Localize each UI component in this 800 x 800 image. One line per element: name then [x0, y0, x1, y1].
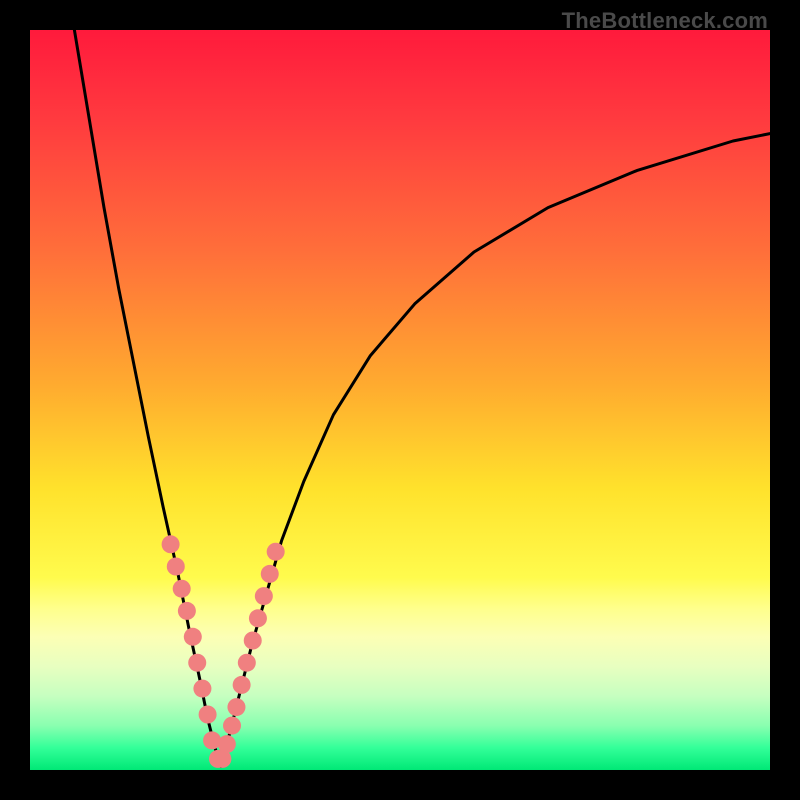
marker-dot [261, 565, 279, 583]
marker-dot [267, 543, 285, 561]
marker-dot [162, 535, 180, 553]
marker-dot [167, 558, 185, 576]
plot-area [30, 30, 770, 770]
marker-dot [238, 654, 256, 672]
marker-dot [218, 735, 236, 753]
marker-dot [199, 706, 217, 724]
marker-dot [255, 587, 273, 605]
watermark-text: TheBottleneck.com [562, 8, 768, 34]
marker-dot [244, 632, 262, 650]
marker-dot [249, 609, 267, 627]
marker-dot [227, 698, 245, 716]
curve-right-branch [221, 134, 770, 767]
marker-dot [173, 580, 191, 598]
curve-layer [30, 30, 770, 770]
marker-dot [193, 680, 211, 698]
marker-dot [184, 628, 202, 646]
marker-dot [233, 676, 251, 694]
marker-dot [178, 602, 196, 620]
marker-dot [223, 717, 241, 735]
marker-dot [188, 654, 206, 672]
chart-frame: TheBottleneck.com [0, 0, 800, 800]
